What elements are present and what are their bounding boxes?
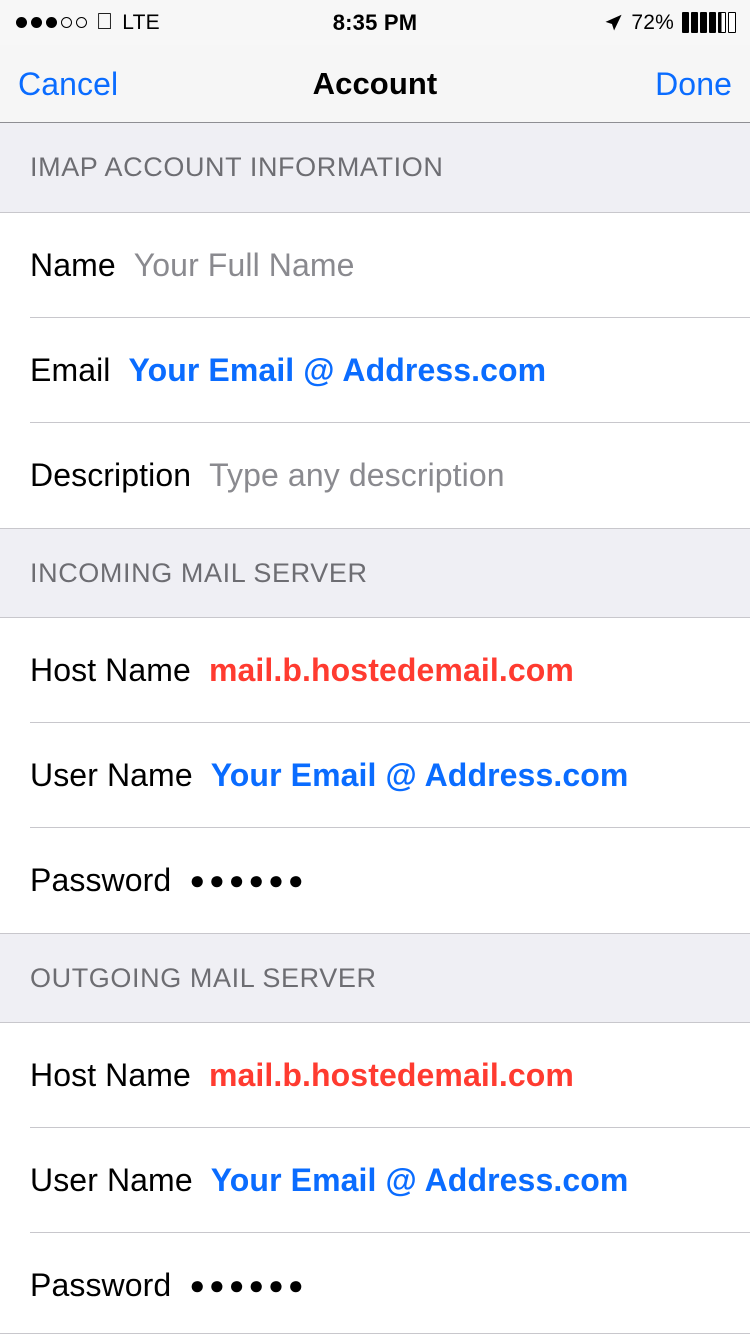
- section-header-label: IMAP ACCOUNT INFORMATION: [30, 152, 444, 182]
- battery-bar-filled: [700, 12, 707, 33]
- status-bar-left:  LTE: [16, 10, 160, 35]
- status-bar:  LTE 8:35 PM 72%: [0, 0, 750, 45]
- row-label: User Name: [30, 1162, 193, 1198]
- location-arrow-icon: [605, 14, 622, 31]
- battery-bar-filled: [709, 12, 716, 33]
- form-row-description[interactable]: Description Type any description: [0, 423, 750, 528]
- signal-strength-icon: [16, 17, 87, 28]
- row-input-value[interactable]: mail.b.hostedemail.com: [209, 1057, 574, 1094]
- row-input-placeholder[interactable]: Type any description: [209, 457, 505, 494]
- row-label: Password: [30, 1267, 172, 1303]
- form-row-password[interactable]: Password ●●●●●●: [0, 828, 750, 933]
- form-row-host-name[interactable]: Host Name mail.b.hostedemail.com: [0, 1023, 750, 1128]
- row-label: User Name: [30, 757, 193, 793]
- row-label: Description: [30, 457, 192, 493]
- row-input-value[interactable]: Your Email @ Address.com: [211, 1162, 629, 1199]
- row-label: Password: [30, 862, 172, 898]
- battery-bar-filled: [682, 12, 689, 33]
- row-input-value[interactable]: Your Email @ Address.com: [129, 352, 547, 389]
- form-row-name[interactable]: Name Your Full Name: [0, 213, 750, 318]
- carrier-label: LTE: [105, 10, 159, 34]
- row-label: Host Name: [30, 1057, 191, 1093]
- section-header-label: INCOMING MAIL SERVER: [30, 557, 368, 588]
- signal-dot-filled: [31, 17, 42, 28]
- battery-bar-filled: [691, 12, 698, 33]
- signal-dot-empty: [61, 17, 72, 28]
- section-header: INCOMING MAIL SERVER: [0, 528, 750, 618]
- form-row-email[interactable]: Email Your Email @ Address.com: [0, 318, 750, 423]
- form-row-user-name[interactable]: User Name Your Email @ Address.com: [0, 723, 750, 828]
- section-header-label: OUTGOING MAIL SERVER: [30, 962, 377, 993]
- row-password-value[interactable]: ●●●●●●: [189, 1270, 307, 1301]
- signal-dot-filled: [46, 17, 57, 28]
- section-header: IMAP ACCOUNT INFORMATION: [0, 123, 750, 213]
- row-label: Email: [30, 352, 111, 388]
- section-header: OUTGOING MAIL SERVER: [0, 933, 750, 1023]
- form-row-host-name[interactable]: Host Name mail.b.hostedemail.com: [0, 618, 750, 723]
- status-bar-right: 72%: [604, 11, 736, 35]
- settings-table: IMAP ACCOUNT INFORMATION Name Your Full Na…: [0, 123, 750, 1334]
- row-label: Host Name: [30, 652, 191, 688]
- signal-dot-empty: [76, 17, 87, 28]
- row-input-value[interactable]: Your Email @ Address.com: [211, 757, 629, 794]
- cancel-button[interactable]: Cancel: [18, 68, 118, 100]
- form-row-user-name[interactable]: User Name Your Email @ Address.com: [0, 1128, 750, 1233]
- form-row-password[interactable]: Password ●●●●●●: [0, 1233, 750, 1334]
- battery-percent-label: 72%: [631, 10, 674, 34]
- signal-dot-filled: [16, 17, 27, 28]
- page-title: Account: [312, 65, 438, 101]
- navigation-bar: Cancel Account Done: [0, 45, 750, 123]
- apple-logo-icon: : [96, 10, 113, 33]
- battery-bar-empty: [728, 12, 736, 33]
- done-button[interactable]: Done: [655, 68, 732, 100]
- row-label: Name: [30, 247, 116, 283]
- clock-label: 8:35 PM: [332, 9, 418, 35]
- battery-bar-partial: [718, 12, 726, 33]
- row-input-value[interactable]: mail.b.hostedemail.com: [209, 652, 574, 689]
- row-password-value[interactable]: ●●●●●●: [189, 865, 307, 896]
- account-settings-screen:  LTE 8:35 PM 72% Cancel Account Done IM…: [0, 0, 750, 1334]
- row-input-placeholder[interactable]: Your Full Name: [134, 247, 355, 284]
- battery-icon: [682, 12, 736, 34]
